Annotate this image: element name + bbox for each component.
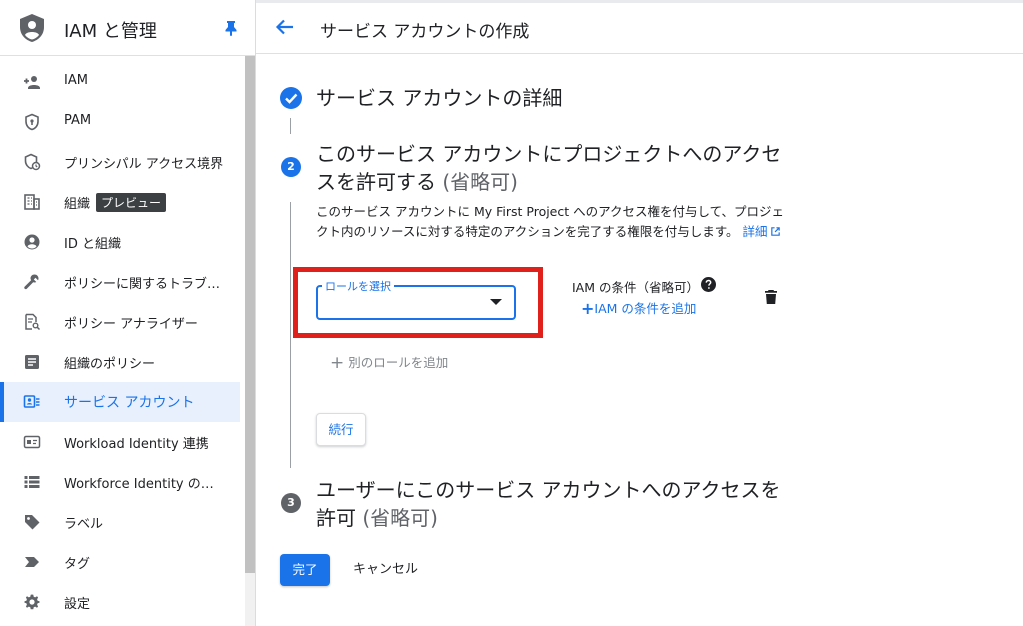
external-link-icon	[770, 227, 780, 236]
sidebar-item-label: ラベル	[64, 517, 104, 532]
pin-icon[interactable]	[224, 20, 238, 36]
sidebar-nav: IAM PAM プリンシパル アクセス境界 組織 プレビュー ID と組織 ポリ…	[0, 62, 240, 622]
check-icon	[285, 93, 298, 104]
sidebar-item-id-and-organization[interactable]: ID と組織	[0, 222, 240, 262]
person-add-icon	[24, 76, 40, 89]
sidebar-item-label: Workload Identity 連携	[64, 437, 209, 452]
step3-title[interactable]: ユーザーにこのサービス アカウントへのアクセスを許可 (省略可)	[316, 476, 796, 532]
step-connector	[290, 118, 291, 134]
sidebar-item-workforce-identity[interactable]: Workforce Identity の連携	[0, 462, 240, 502]
plus-icon: +	[330, 353, 345, 373]
sidebar-item-settings[interactable]: 設定	[0, 582, 240, 622]
sidebar-item-label: 組織のポリシー	[64, 357, 156, 372]
page-header: サービス アカウントの作成	[256, 0, 1023, 54]
sidebar-item-label: プリンシパル アクセス境界	[64, 157, 224, 172]
sidebar-item-pam[interactable]: PAM	[0, 102, 240, 142]
sidebar-scrollbar-thumb[interactable]	[245, 56, 255, 573]
step1-complete-badge	[280, 87, 302, 109]
trash-icon[interactable]	[764, 289, 778, 305]
sidebar-item-label: サービス アカウント	[64, 395, 195, 411]
account-circle-icon	[24, 234, 40, 250]
sidebar-header: IAM と管理	[0, 0, 255, 56]
add-another-role-button[interactable]: + 別のロールを追加	[330, 352, 448, 373]
gear-icon	[24, 594, 40, 610]
sidebar-item-label: IAM	[64, 73, 88, 88]
step1-title[interactable]: サービス アカウントの詳細	[316, 84, 562, 112]
cancel-button[interactable]: キャンセル	[345, 554, 426, 586]
continue-button[interactable]: 続行	[316, 413, 366, 446]
sidebar-item-iam[interactable]: IAM	[0, 62, 240, 102]
policy-boundary-icon	[24, 153, 41, 171]
role-select-label: ロールを選択	[322, 278, 394, 294]
optional-label: (省略可)	[442, 170, 518, 194]
step2-number-badge: 2	[281, 157, 301, 177]
sidebar-item-label: PAM	[64, 113, 92, 128]
back-arrow-icon[interactable]	[274, 16, 296, 38]
add-iam-condition-button[interactable]: +IAM の条件を追加	[581, 298, 696, 318]
label-icon	[25, 515, 40, 530]
sidebar-item-label: 設定	[64, 597, 91, 612]
product-title: IAM と管理	[64, 21, 157, 42]
sidebar-item-workload-identity[interactable]: Workload Identity 連携	[0, 422, 240, 462]
sidebar-item-label: ポリシーに関するトラブルシューティング	[64, 277, 224, 292]
preview-badge: プレビュー	[96, 193, 167, 212]
iam-shield-icon	[20, 14, 44, 42]
dropdown-arrow-icon[interactable]	[489, 298, 503, 306]
sidebar-item-label: Workforce Identity の連携	[64, 477, 224, 492]
sidebar-item-label: ID と組織	[64, 237, 121, 252]
sidebar-item-label: 組織 プレビュー	[64, 193, 167, 212]
list-icon	[24, 476, 40, 488]
help-icon[interactable]	[701, 277, 716, 292]
building-icon	[24, 194, 40, 210]
wrench-icon	[24, 274, 39, 290]
step-connector	[290, 202, 291, 468]
done-button[interactable]: 完了	[280, 554, 330, 586]
sidebar-item-policy-analyzer[interactable]: ポリシー アナライザー	[0, 302, 240, 342]
shield-icon	[25, 113, 39, 131]
service-account-icon	[23, 395, 40, 408]
sidebar-item-principal-access-boundary[interactable]: プリンシパル アクセス境界	[0, 142, 240, 182]
optional-label: (省略可)	[362, 506, 438, 530]
sidebar-item-labels[interactable]: ラベル	[0, 502, 240, 542]
step2-description: このサービス アカウントに My First Project へのアクセス権を付…	[316, 204, 784, 239]
step2-title: このサービス アカウントにプロジェクトへのアクセスを許可する (省略可)	[316, 142, 782, 194]
sidebar-item-organization[interactable]: 組織 プレビュー	[0, 182, 240, 222]
sidebar-item-service-accounts[interactable]: サービス アカウント	[0, 382, 240, 422]
learn-more-link[interactable]: 詳細	[743, 224, 781, 239]
sidebar-item-tags[interactable]: タグ	[0, 542, 240, 582]
sidebar-item-policy-troubleshooter[interactable]: ポリシーに関するトラブルシューティング	[0, 262, 240, 302]
sidebar: IAM と管理 IAM PAM プリンシパル アクセス境界 組織 プレビュー I…	[0, 0, 256, 626]
document-search-icon	[25, 313, 41, 331]
sidebar-item-label: タグ	[64, 557, 91, 572]
step3-number-badge: 3	[281, 493, 301, 513]
sidebar-item-organization-policies[interactable]: 組織のポリシー	[0, 342, 240, 382]
page-title: サービス アカウントの作成	[320, 22, 530, 42]
sidebar-item-label: ポリシー アナライザー	[64, 317, 198, 332]
tag-icon	[25, 557, 39, 567]
plus-icon: +	[581, 299, 595, 318]
id-card-icon	[23, 435, 41, 449]
list-document-icon	[25, 355, 39, 369]
iam-condition-label: IAM の条件（省略可）	[572, 280, 699, 295]
